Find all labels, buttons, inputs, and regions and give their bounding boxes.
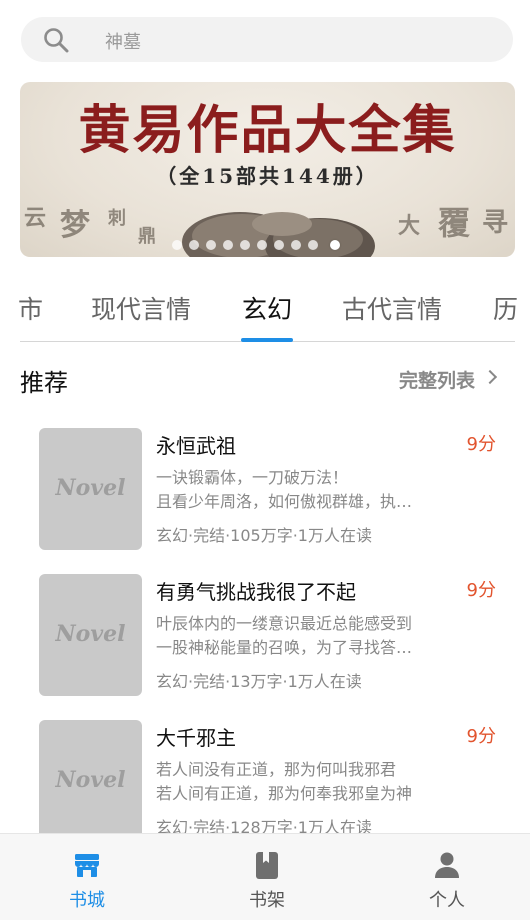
nav-label: 个人: [429, 890, 465, 911]
carousel-dot[interactable]: [189, 240, 199, 250]
nav-label: 书城: [69, 890, 105, 911]
book-description-line: 若人间没有正道，那为何叫我邪君: [156, 760, 397, 779]
search-icon: [44, 28, 69, 53]
chevron-right-icon[interactable]: [482, 369, 498, 385]
book-cover[interactable]: Novel: [39, 428, 142, 550]
carousel-dot[interactable]: [172, 240, 182, 250]
book-meta: 玄幻·完结·105万字·1万人在读: [156, 526, 372, 545]
section-title: 推荐: [20, 369, 68, 397]
carousel-dot[interactable]: [206, 240, 216, 250]
book-cover[interactable]: Novel: [39, 574, 142, 696]
book-title[interactable]: 永恒武祖: [156, 430, 236, 459]
carousel-dot-active[interactable]: [330, 240, 340, 250]
bookshelf-icon: [256, 852, 278, 879]
list-item[interactable]: Novel 大千邪主 9分 若人间没有正道，那为何叫我邪君 若人间有正道，那为何…: [27, 710, 510, 845]
book-description-line: 且看少年周洛，如何傲视群雄，执…: [156, 492, 413, 511]
book-description-line: 一股神秘能量的召唤，为了寻找答…: [156, 638, 413, 657]
book-description-line: 一诀锻霸体，一刀破万法！: [156, 468, 349, 487]
book-description-line: 叶辰体内的一缕意识最近总能感受到: [156, 614, 413, 633]
banner-calligraphy: 梦: [60, 208, 90, 243]
book-cover[interactable]: Novel: [39, 720, 142, 842]
cover-placeholder-text: Novel: [55, 767, 126, 793]
carousel-dot[interactable]: [240, 240, 250, 250]
nav-bookshelf[interactable]: 书架: [207, 834, 327, 921]
bottom-nav: 书城 书架 个人: [0, 833, 530, 920]
carousel-dot[interactable]: [291, 240, 301, 250]
banner-calligraphy: 鼎: [138, 226, 156, 247]
tab-modern-romance[interactable]: 现代言情: [91, 290, 191, 326]
tab-history[interactable]: 历: [493, 290, 518, 326]
book-meta: 玄幻·完结·13万字·1万人在读: [156, 672, 362, 691]
carousel-dot[interactable]: [223, 240, 233, 250]
banner-calligraphy: 寻: [482, 208, 509, 238]
list-item[interactable]: Novel 有勇气挑战我很了不起 9分 叶辰体内的一缕意识最近总能感受到 一股神…: [27, 564, 510, 699]
banner-calligraphy: 覆: [438, 204, 471, 242]
banner-calligraphy: 云: [24, 205, 47, 231]
carousel-dot[interactable]: [308, 240, 318, 250]
book-description: 一诀锻霸体，一刀破万法！ 且看少年周洛，如何傲视群雄，执…: [156, 466, 442, 514]
promo-banner[interactable]: 黄易作品大全集 （全15部共144册） 云 梦 刺 鼎 大 覆 寻: [20, 82, 515, 257]
active-tab-indicator: [241, 338, 293, 342]
book-description: 叶辰体内的一缕意识最近总能感受到 一股神秘能量的召唤，为了寻找答…: [156, 612, 442, 660]
banner-subtitle: （全15部共144册）: [156, 164, 379, 188]
full-list-link[interactable]: 完整列表: [399, 366, 475, 393]
search-input[interactable]: 神墓: [105, 28, 141, 54]
book-list: Novel 永恒武祖 9分 一诀锻霸体，一刀破万法！ 且看少年周洛，如何傲视群雄…: [27, 418, 510, 842]
cover-placeholder-text: Novel: [55, 475, 126, 501]
list-item[interactable]: Novel 永恒武祖 9分 一诀锻霸体，一刀破万法！ 且看少年周洛，如何傲视群雄…: [27, 418, 510, 553]
nav-label: 书架: [249, 890, 285, 911]
book-description-line: 若人间有正道，那为何奉我邪皇为神: [156, 784, 413, 803]
person-icon: [435, 852, 459, 878]
book-title[interactable]: 大千邪主: [156, 722, 236, 751]
book-score: 9分: [466, 434, 496, 455]
nav-bookstore[interactable]: 书城: [27, 834, 147, 921]
store-icon: [75, 854, 99, 877]
carousel-dot[interactable]: [257, 240, 267, 250]
book-title[interactable]: 有勇气挑战我很了不起: [156, 576, 356, 605]
carousel-dot[interactable]: [274, 240, 284, 250]
search-bar[interactable]: 神墓: [21, 17, 513, 62]
book-score: 9分: [466, 580, 496, 601]
book-score: 9分: [466, 726, 496, 747]
tab-fantasy[interactable]: 玄幻: [242, 290, 292, 326]
category-tabs: 市 现代言情 玄幻 古代言情 历: [0, 280, 530, 342]
nav-profile[interactable]: 个人: [387, 834, 507, 921]
tab-ancient-romance[interactable]: 古代言情: [342, 290, 442, 326]
book-description: 若人间没有正道，那为何叫我邪君 若人间有正道，那为何奉我邪皇为神: [156, 758, 442, 806]
banner-calligraphy: 大: [398, 213, 421, 239]
banner-calligraphy: 刺: [108, 208, 126, 229]
banner-title: 黄易作品大全集: [78, 100, 457, 161]
tab-city[interactable]: 市: [18, 290, 43, 326]
cover-placeholder-text: Novel: [55, 621, 126, 647]
